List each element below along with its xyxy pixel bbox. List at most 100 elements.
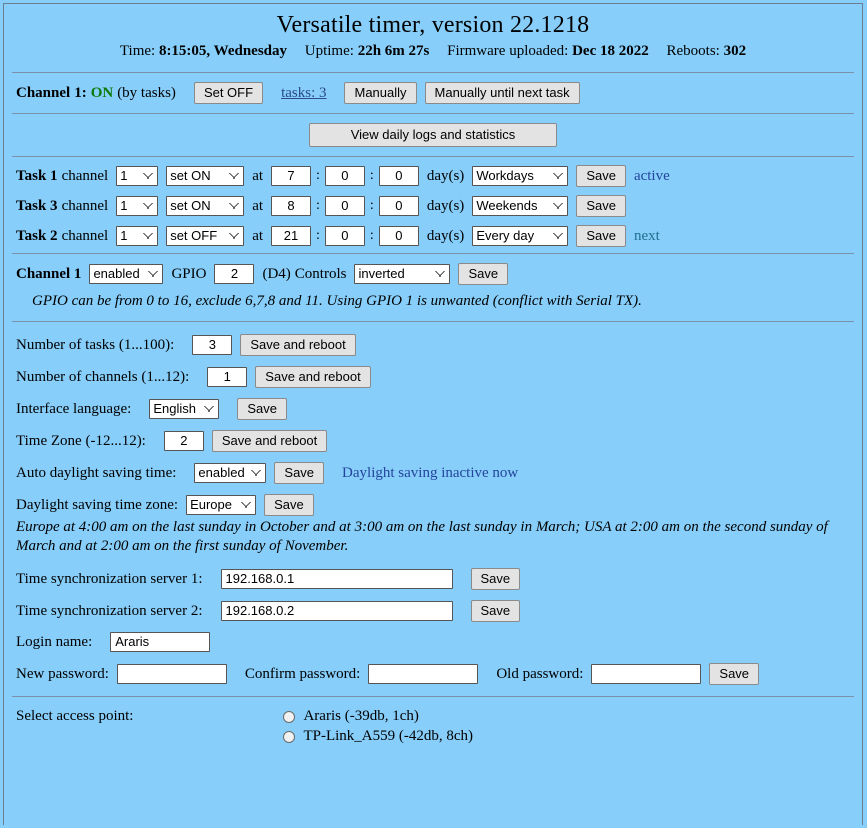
old-password-input[interactable] xyxy=(591,664,702,684)
channel-status-number: 1: xyxy=(74,84,87,101)
num-tasks-input[interactable] xyxy=(192,335,233,355)
task-action-select[interactable]: set OFF xyxy=(166,226,245,246)
task-action-select[interactable]: set ON xyxy=(166,196,245,216)
task-colon: : xyxy=(316,198,320,213)
login-input[interactable] xyxy=(110,632,211,652)
ntp1-input[interactable] xyxy=(220,569,453,589)
task-days-select[interactable]: Weekends xyxy=(472,196,569,216)
old-password-label: Old password: xyxy=(496,665,584,682)
new-password-label: New password: xyxy=(16,665,109,682)
password-save-button[interactable]: Save xyxy=(709,663,760,685)
access-point-name: TP-Link_A559 (-42db, 8ch) xyxy=(303,728,474,744)
channel-enabled-select[interactable]: enabled xyxy=(89,264,164,284)
gpio-input[interactable] xyxy=(214,264,255,284)
language-label: Interface language: xyxy=(16,400,132,417)
set-off-button[interactable]: Set OFF xyxy=(193,82,264,104)
access-point-name: Araris (-39db, 1ch) xyxy=(303,708,419,724)
manually-until-next-task-button[interactable]: Manually until next task xyxy=(424,82,580,104)
timezone-save-button[interactable]: Save and reboot xyxy=(211,430,328,452)
confirm-password-input[interactable] xyxy=(368,664,479,684)
reboots-label: Reboots: xyxy=(666,43,720,59)
timer-page: Versatile timer, version 22.1218 Time: 8… xyxy=(3,3,863,825)
task-hour-input[interactable] xyxy=(271,226,312,246)
channel-state-source: (by tasks) xyxy=(117,84,176,101)
num-channels-save-button[interactable]: Save and reboot xyxy=(255,366,371,388)
task-save-button[interactable]: Save xyxy=(576,225,626,247)
manually-button[interactable]: Manually xyxy=(344,82,417,104)
task-minute-input[interactable] xyxy=(324,166,365,186)
page-title: Versatile timer, version 22.1218 xyxy=(276,12,590,38)
task-action-select[interactable]: set ON xyxy=(166,166,245,186)
tasks-count-link[interactable]: tasks: 3 xyxy=(281,85,326,102)
task-days-label: day(s) xyxy=(426,197,465,214)
access-point-option[interactable]: Araris (-39db, 1ch) xyxy=(283,708,473,728)
dst-zone-select[interactable]: Europe xyxy=(186,495,257,515)
channel-config-label: Channel 1 xyxy=(16,265,82,282)
task-colon: : xyxy=(316,228,320,243)
uptime-value: 22h 6m 27s xyxy=(357,43,430,59)
task-days-select[interactable]: Workdays xyxy=(472,166,569,186)
task-second-input[interactable] xyxy=(378,226,419,246)
status-line: Time: 8:15:05, Wednesday Uptime: 22h 6m … xyxy=(4,43,862,72)
auto-dst-row: Auto daylight saving time: enabled Save … xyxy=(4,462,862,494)
task-name: Task 2 xyxy=(16,227,58,244)
channel-status-row: Channel 1: ON (by tasks) Set OFF tasks: … xyxy=(4,73,862,113)
task-hour-input[interactable] xyxy=(271,196,312,216)
gpio-pin-label: (D4) xyxy=(262,265,291,282)
controls-label: Controls xyxy=(294,265,347,282)
task-colon: : xyxy=(369,228,374,243)
task-at-label: at xyxy=(252,167,264,184)
task-days-label: day(s) xyxy=(426,167,465,184)
view-daily-logs-button[interactable]: View daily logs and statistics xyxy=(309,123,557,147)
num-channels-input[interactable] xyxy=(207,367,248,387)
logs-row: View daily logs and statistics xyxy=(4,114,862,156)
task-save-button[interactable]: Save xyxy=(576,195,626,217)
task-colon: : xyxy=(369,168,374,183)
auto-dst-select[interactable]: enabled xyxy=(194,463,267,483)
password-row: New password: Confirm password: Old pass… xyxy=(4,663,862,696)
auto-dst-label: Auto daylight saving time: xyxy=(16,464,177,481)
task-channel-select[interactable]: 1 xyxy=(116,196,159,216)
task-at-label: at xyxy=(252,227,264,244)
access-point-radio[interactable] xyxy=(283,730,296,743)
language-save-button[interactable]: Save xyxy=(237,398,287,420)
task-second-input[interactable] xyxy=(378,196,419,216)
uptime-label: Uptime: xyxy=(304,43,354,59)
task-row: Task 2 channel 1 set OFF at : : day(s) E… xyxy=(4,225,862,253)
task-at-label: at xyxy=(252,197,264,214)
task-channel-select[interactable]: 1 xyxy=(116,226,159,246)
access-point-radio[interactable] xyxy=(283,710,296,723)
dst-zone-row: Daylight saving time zone: Europe Save xyxy=(4,494,862,518)
access-point-label: Select access point: xyxy=(16,708,134,724)
task-colon: : xyxy=(316,168,320,183)
dst-zone-save-button[interactable]: Save xyxy=(264,494,314,516)
task-hour-input[interactable] xyxy=(271,166,312,186)
task-minute-input[interactable] xyxy=(324,196,365,216)
gpio-label: GPIO xyxy=(171,265,207,282)
task-second-input[interactable] xyxy=(378,166,419,186)
auto-dst-save-button[interactable]: Save xyxy=(274,462,325,484)
ntp2-input[interactable] xyxy=(220,601,453,621)
channel-status-prefix: Channel xyxy=(16,84,71,101)
task-days-select[interactable]: Every day xyxy=(472,226,569,246)
ntp1-save-button[interactable]: Save xyxy=(470,568,521,590)
task-days-label: day(s) xyxy=(426,227,465,244)
timezone-row: Time Zone (-12...12): Save and reboot xyxy=(4,430,862,462)
channel-save-button[interactable]: Save xyxy=(458,263,509,285)
access-point-option[interactable]: TP-Link_A559 (-42db, 8ch) xyxy=(283,728,473,748)
task-save-button[interactable]: Save xyxy=(576,165,626,187)
ntp1-row: Time synchronization server 1: Save xyxy=(4,568,862,600)
language-select[interactable]: English xyxy=(149,399,220,419)
login-label: Login name: xyxy=(16,633,93,650)
num-tasks-save-button[interactable]: Save and reboot xyxy=(240,334,356,356)
task-channel-select[interactable]: 1 xyxy=(116,166,159,186)
time-label: Time: xyxy=(119,43,156,59)
task-minute-input[interactable] xyxy=(324,226,365,246)
ntp2-save-button[interactable]: Save xyxy=(470,600,521,622)
ntp1-label: Time synchronization server 1: xyxy=(16,570,203,587)
timezone-input[interactable] xyxy=(163,431,204,451)
controls-select[interactable]: inverted xyxy=(354,264,451,284)
ntp2-label: Time synchronization server 2: xyxy=(16,602,203,619)
dst-status-text: Daylight saving inactive now xyxy=(342,464,519,481)
new-password-input[interactable] xyxy=(116,664,227,684)
